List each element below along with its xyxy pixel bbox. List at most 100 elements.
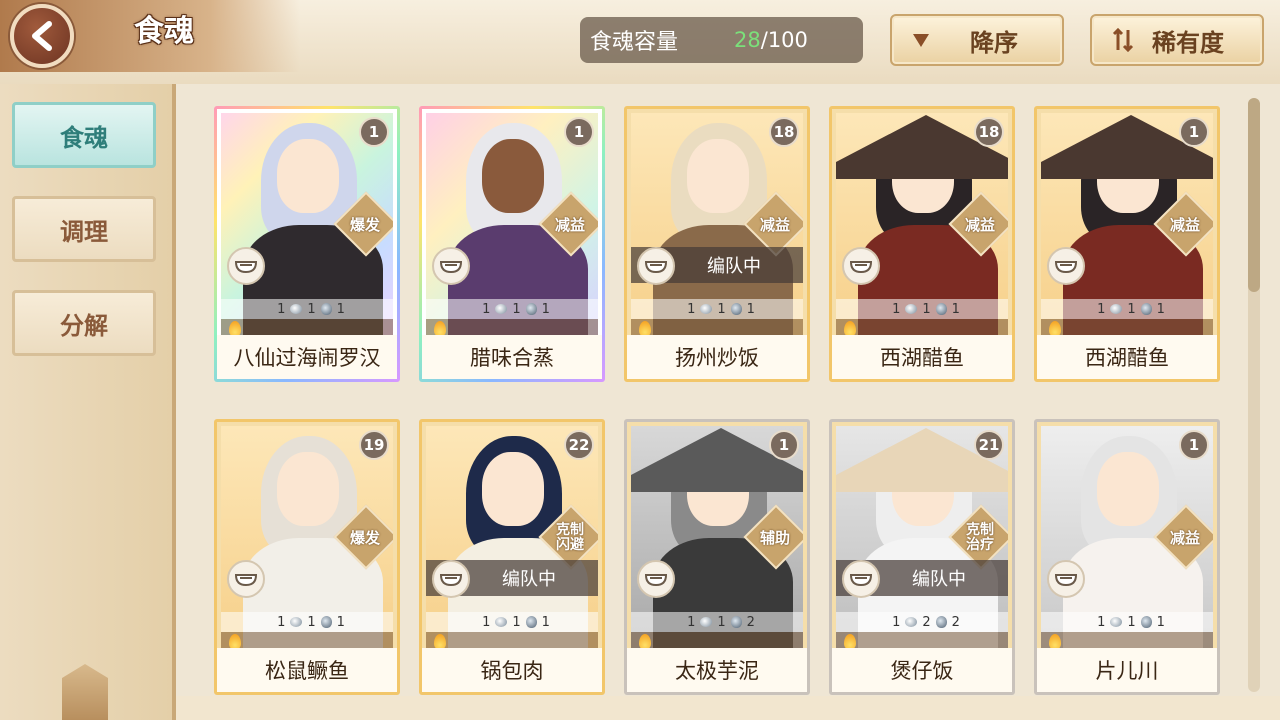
role-label: 克制 治疗 <box>966 522 994 553</box>
skill-stats: 1 1 1 <box>221 299 393 319</box>
sort-arrows-icon <box>1110 27 1136 53</box>
potion-icon <box>1140 616 1152 628</box>
capacity-current: 28 <box>734 28 761 52</box>
fire-icon <box>229 634 241 648</box>
bowl-icon <box>1047 560 1085 598</box>
orb-icon <box>1110 304 1123 314</box>
fire-icon <box>229 321 241 335</box>
stat-value: 1 <box>717 301 726 317</box>
orb-icon <box>700 304 713 314</box>
stat-value: 1 <box>307 614 316 630</box>
sidebar: 食魂 调理 分解 <box>0 84 176 720</box>
character-face <box>482 452 544 526</box>
bowl-icon <box>1047 247 1085 285</box>
potion-icon <box>730 303 742 315</box>
sidebar-item-label: 食魂 <box>60 123 108 152</box>
bowl-icon <box>637 247 675 285</box>
sidebar-item-cultivate[interactable]: 调理 <box>12 196 156 262</box>
sidebar-item-food-soul[interactable]: 食魂 <box>12 102 156 168</box>
stat-value: 1 <box>746 301 755 317</box>
stat-value: 1 <box>1127 614 1136 630</box>
card-name: 太极芋泥 <box>627 648 807 692</box>
potion-icon <box>320 616 332 628</box>
fire-icon <box>434 634 446 648</box>
skill-stats: 1 1 1 <box>1041 299 1213 319</box>
skill-stats: 1 1 1 <box>1041 612 1213 632</box>
food-soul-card[interactable]: 1 辅助 1 1 2 太极芋泥 <box>624 419 810 695</box>
stat-value: 1 <box>541 614 550 630</box>
food-soul-card[interactable]: 19 爆发 1 1 1 松鼠鳜鱼 <box>214 419 400 695</box>
stat-value: 1 <box>512 301 521 317</box>
level-badge: 1 <box>564 117 594 147</box>
stat-value: 2 <box>746 614 755 630</box>
element-row <box>836 632 1008 648</box>
fire-icon <box>844 634 856 648</box>
stat-value: 1 <box>951 301 960 317</box>
bowl-icon <box>637 560 675 598</box>
sidebar-item-decompose[interactable]: 分解 <box>12 290 156 356</box>
skill-stats: 1 2 2 <box>836 612 1008 632</box>
potion-icon <box>730 616 742 628</box>
potion-icon <box>525 303 537 315</box>
character-face <box>277 139 339 213</box>
bowl-icon <box>432 560 470 598</box>
element-row <box>836 319 1008 335</box>
fire-icon <box>434 321 446 335</box>
bowl-icon <box>842 247 880 285</box>
stat-value: 1 <box>922 301 931 317</box>
character-portrait: 18 减益 编队中 1 1 1 <box>631 113 803 335</box>
element-row <box>426 632 598 648</box>
stat-value: 1 <box>1097 301 1106 317</box>
fire-icon <box>1049 321 1061 335</box>
food-soul-card[interactable]: 1 减益 1 1 1 片儿川 <box>1034 419 1220 695</box>
level-badge: 18 <box>974 117 1004 147</box>
role-label: 克制 闪避 <box>556 522 584 553</box>
orb-icon <box>700 617 713 627</box>
scrollbar-thumb[interactable] <box>1248 98 1260 292</box>
element-row <box>1041 319 1213 335</box>
capacity-label: 食魂容量 <box>590 30 679 55</box>
food-soul-card[interactable]: 22 克制 闪避 编队中 1 1 1 锅包肉 <box>419 419 605 695</box>
element-row <box>221 319 393 335</box>
stat-value: 1 <box>892 301 901 317</box>
sort-order-button[interactable]: 降序 <box>890 14 1064 66</box>
stat-value: 1 <box>336 614 345 630</box>
back-button[interactable] <box>10 4 74 68</box>
character-portrait: 21 克制 治疗 编队中 1 2 2 <box>836 426 1008 648</box>
character-portrait: 1 减益 1 1 1 <box>1041 426 1213 648</box>
bowl-icon <box>842 560 880 598</box>
stat-value: 1 <box>336 301 345 317</box>
sidebar-ornament <box>62 664 108 720</box>
orb-icon <box>290 617 303 627</box>
bowl-icon <box>227 247 265 285</box>
role-label: 减益 <box>554 216 585 234</box>
element-row <box>1041 632 1213 648</box>
fire-icon <box>639 634 651 648</box>
food-soul-card[interactable]: 18 减益 1 1 1 西湖醋鱼 <box>829 106 1015 382</box>
sort-key-button[interactable]: 稀有度 <box>1090 14 1264 66</box>
food-soul-card[interactable]: 21 克制 治疗 编队中 1 2 2 煲仔饭 <box>829 419 1015 695</box>
sort-key-label: 稀有度 <box>1152 28 1224 57</box>
level-badge: 1 <box>769 430 799 460</box>
food-soul-card[interactable]: 1 减益 1 1 1 西湖醋鱼 <box>1034 106 1220 382</box>
food-soul-card[interactable]: 18 减益 编队中 1 1 1 扬州炒饭 <box>624 106 810 382</box>
capacity-total: /100 <box>760 28 808 52</box>
capacity-display: 食魂容量 28/100 <box>580 17 863 63</box>
bowl-icon <box>227 560 265 598</box>
food-soul-card[interactable]: 1 减益 1 1 1 腊味合蒸 <box>419 106 605 382</box>
stat-value: 1 <box>512 614 521 630</box>
level-badge: 22 <box>564 430 594 460</box>
level-badge: 1 <box>359 117 389 147</box>
stat-value: 1 <box>277 614 286 630</box>
character-portrait: 18 减益 1 1 1 <box>836 113 1008 335</box>
potion-icon <box>935 616 947 628</box>
skill-stats: 1 1 1 <box>426 612 598 632</box>
stat-value: 1 <box>541 301 550 317</box>
card-name: 扬州炒饭 <box>627 335 807 379</box>
orb-icon <box>905 304 918 314</box>
skill-stats: 1 1 1 <box>426 299 598 319</box>
food-soul-card[interactable]: 1 爆发 1 1 1 八仙过海闹罗汉 <box>214 106 400 382</box>
stat-value: 1 <box>1156 301 1165 317</box>
potion-icon <box>1140 303 1152 315</box>
character-face <box>1097 452 1159 526</box>
